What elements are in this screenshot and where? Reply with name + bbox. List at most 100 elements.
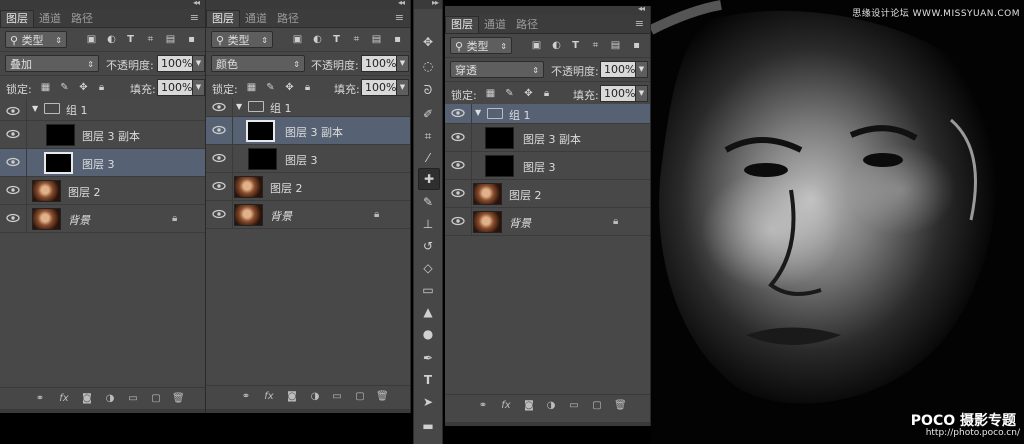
- visibility-cell[interactable]: [445, 152, 472, 179]
- visibility-cell[interactable]: [0, 121, 27, 148]
- gradient-icon[interactable]: ▭: [418, 280, 438, 300]
- marquee-icon[interactable]: ◌: [418, 56, 438, 76]
- lock-image-icon[interactable]: ✎: [265, 82, 276, 93]
- blend-mode-select[interactable]: 叠加 ⇕: [5, 55, 99, 72]
- filter-kind-select[interactable]: ⚲ 类型 ⇕: [5, 31, 67, 48]
- opacity-input[interactable]: 100%: [600, 61, 636, 78]
- resize-grip[interactable]: [206, 409, 410, 413]
- layer-row[interactable]: 图层 2: [206, 173, 410, 201]
- lock-image-icon[interactable]: ✎: [59, 82, 70, 93]
- layer-row[interactable]: 图层 3: [445, 152, 650, 180]
- layer-row[interactable]: 图层 3 副本: [445, 124, 650, 152]
- visibility-cell[interactable]: [445, 104, 472, 123]
- new-group-icon[interactable]: ▭: [127, 393, 139, 404]
- trash-icon[interactable]: 🗑︎: [376, 391, 389, 402]
- lasso-icon[interactable]: ᘐ: [418, 80, 438, 100]
- healing-brush-icon[interactable]: ✚: [418, 168, 440, 190]
- tab-layers[interactable]: 图层: [206, 10, 240, 27]
- lock-image-icon[interactable]: ✎: [504, 88, 515, 99]
- visibility-cell[interactable]: [206, 145, 233, 172]
- resize-grip[interactable]: [0, 409, 205, 413]
- lock-transparent-icon[interactable]: ▦: [40, 82, 51, 93]
- blend-mode-select[interactable]: 穿透 ⇕: [450, 61, 544, 78]
- tab-paths[interactable]: 路径: [272, 11, 304, 27]
- fill-dropdown-icon[interactable]: ▼: [396, 79, 409, 96]
- fill-dropdown-icon[interactable]: ▼: [635, 85, 648, 102]
- layer-row-background[interactable]: 背景 🔒︎: [445, 208, 650, 236]
- shape-icon[interactable]: ▬: [418, 416, 438, 436]
- mask-icon[interactable]: ◙: [523, 400, 535, 411]
- tab-channels[interactable]: 通道: [240, 11, 272, 27]
- history-brush-icon[interactable]: ↺: [418, 236, 438, 256]
- type-icon[interactable]: T: [418, 370, 438, 390]
- visibility-cell[interactable]: [445, 180, 472, 207]
- filter-pixel-icon[interactable]: ▣: [531, 40, 542, 51]
- layer-row[interactable]: 图层 3: [206, 145, 410, 173]
- lock-position-icon[interactable]: ✥: [284, 82, 295, 93]
- pen-icon[interactable]: ✒: [418, 348, 438, 368]
- fill-input[interactable]: 100%: [157, 79, 193, 96]
- move-icon[interactable]: ✥: [418, 32, 438, 52]
- trash-icon[interactable]: 🗑︎: [614, 400, 627, 411]
- visibility-cell[interactable]: [206, 201, 233, 228]
- fill-input[interactable]: 100%: [361, 79, 397, 96]
- panel-menu-icon[interactable]: ≡: [395, 11, 404, 24]
- visibility-cell[interactable]: [0, 98, 27, 120]
- adjustment-icon[interactable]: ◑: [104, 393, 116, 404]
- filter-shape-icon[interactable]: ⌗: [351, 34, 362, 45]
- opacity-dropdown-icon[interactable]: ▼: [192, 55, 205, 72]
- new-layer-icon[interactable]: ▢: [591, 400, 603, 411]
- layer-row-group[interactable]: ▼ 组 1: [206, 98, 410, 117]
- filter-shape-icon[interactable]: ⌗: [590, 40, 601, 51]
- mask-icon[interactable]: ◙: [286, 391, 298, 402]
- new-group-icon[interactable]: ▭: [331, 391, 343, 402]
- layer-row[interactable]: 图层 2: [0, 177, 205, 205]
- layer-row-selected[interactable]: 图层 3 副本: [206, 117, 410, 145]
- visibility-cell[interactable]: [445, 124, 472, 151]
- link-icon[interactable]: ⚭: [240, 391, 252, 402]
- visibility-cell[interactable]: [0, 177, 27, 204]
- eyedropper-icon[interactable]: ⁄: [418, 148, 438, 168]
- clone-stamp-icon[interactable]: ⊥: [418, 214, 438, 234]
- tab-channels[interactable]: 通道: [479, 17, 511, 33]
- opacity-dropdown-icon[interactable]: ▼: [635, 61, 648, 78]
- collapse-icon[interactable]: ◂◂: [638, 6, 645, 13]
- layer-row-group-selected[interactable]: ▼ 组 1: [445, 104, 650, 124]
- collapse-icon[interactable]: ◂◂: [193, 0, 200, 7]
- lock-all-icon[interactable]: 🔒︎: [96, 82, 107, 93]
- tab-layers[interactable]: 图层: [0, 10, 34, 27]
- fill-input[interactable]: 100%: [600, 85, 636, 102]
- lock-transparent-icon[interactable]: ▦: [246, 82, 257, 93]
- filter-smart-icon[interactable]: ▤: [610, 40, 621, 51]
- panel-menu-icon[interactable]: ≡: [635, 17, 644, 30]
- layer-row-background[interactable]: 背景 🔒︎: [0, 205, 205, 233]
- filter-adjust-icon[interactable]: ◐: [312, 34, 323, 45]
- lock-transparent-icon[interactable]: ▦: [485, 88, 496, 99]
- lock-position-icon[interactable]: ✥: [78, 82, 89, 93]
- dodge-icon[interactable]: ●: [418, 324, 438, 344]
- visibility-cell[interactable]: [206, 173, 233, 200]
- filter-pixel-icon[interactable]: ▣: [292, 34, 303, 45]
- quick-select-icon[interactable]: ✐: [418, 104, 438, 124]
- mask-icon[interactable]: ◙: [81, 393, 93, 404]
- lock-position-icon[interactable]: ✥: [523, 88, 534, 99]
- layer-row[interactable]: 图层 3 副本: [0, 121, 205, 149]
- layer-row-group[interactable]: ▼ 组 1: [0, 98, 205, 121]
- opacity-input[interactable]: 100%: [157, 55, 193, 72]
- adjustment-icon[interactable]: ◑: [545, 400, 557, 411]
- visibility-cell[interactable]: [206, 98, 233, 116]
- layer-row-background[interactable]: 背景 🔒︎: [206, 201, 410, 229]
- expand-triangle-icon[interactable]: ▼: [475, 108, 481, 117]
- visibility-cell[interactable]: [0, 149, 27, 176]
- brush-icon[interactable]: ✎: [418, 192, 438, 212]
- filter-type-icon[interactable]: T: [570, 40, 581, 51]
- layer-row-selected[interactable]: 图层 3: [0, 149, 205, 177]
- eraser-icon[interactable]: ◇: [418, 258, 438, 278]
- panel-menu-icon[interactable]: ≡: [190, 11, 199, 24]
- visibility-cell[interactable]: [0, 205, 27, 232]
- opacity-input[interactable]: 100%: [361, 55, 397, 72]
- tab-channels[interactable]: 通道: [34, 11, 66, 27]
- layer-row[interactable]: 图层 2: [445, 180, 650, 208]
- filter-smart-icon[interactable]: ▤: [371, 34, 382, 45]
- adjustment-icon[interactable]: ◑: [309, 391, 321, 402]
